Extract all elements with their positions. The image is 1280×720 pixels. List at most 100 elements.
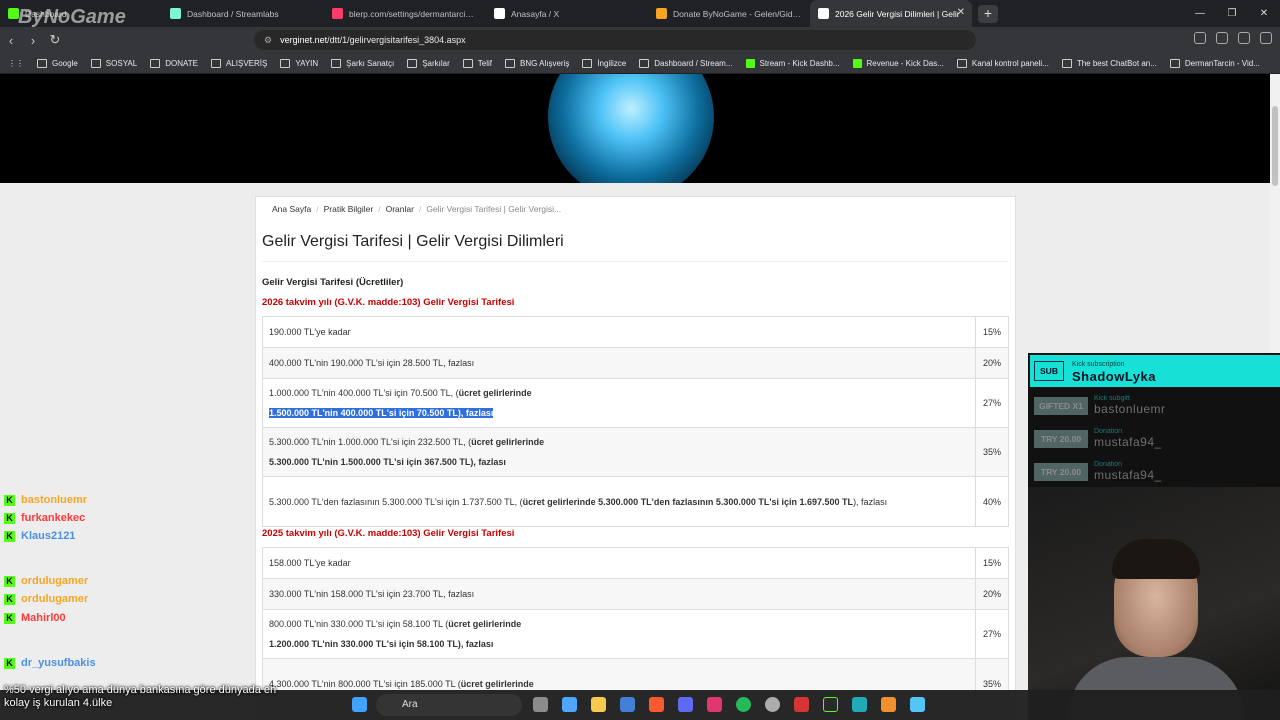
bookmark-item[interactable]: Şarkılar (407, 58, 450, 68)
bookmark-item[interactable]: Telif (462, 58, 492, 68)
tax-table-2025: 158.000 TL'ye kadar 15% 330.000 TL'nin 158… (262, 547, 1009, 709)
mail-icon[interactable] (620, 697, 635, 712)
minimize-icon[interactable]: — (1184, 0, 1216, 27)
site-info-icon[interactable]: ⚙ (264, 35, 272, 46)
bracket-line: 158.000 TL'ye kadar (269, 553, 969, 573)
task-view-icon[interactable] (533, 697, 548, 712)
bookmark-item[interactable]: Stream - Kick Dashb... (745, 58, 840, 68)
alert-name: mustafa94_ (1094, 435, 1162, 449)
bookmark-label: Şarkı Sanatçı (346, 58, 395, 68)
cloud-icon[interactable] (881, 697, 896, 712)
reload-icon[interactable]: ↻ (44, 32, 66, 48)
tax-bracket-cell: 400.000 TL'nin 190.000 TL'si için 28.500… (262, 347, 976, 379)
bracket-bold-text: ücret gelirlerinde (471, 437, 545, 447)
close-tab-icon[interactable]: ✕ (957, 7, 965, 18)
store-icon[interactable] (562, 697, 577, 712)
bookmark-item[interactable]: Google (37, 58, 78, 68)
bracket-bold-text: ücret gelirlerinde (448, 619, 522, 629)
bookmark-label: BNG Alışveriş (519, 58, 570, 68)
wallet-icon[interactable] (1238, 32, 1250, 44)
chat-message: K Mahirl00 (4, 612, 66, 624)
section-subtitle: Gelir Vergisi Tarifesi (Ücretliler) (262, 277, 404, 288)
bookmark-icon (745, 58, 755, 68)
bookmark-icon (462, 58, 473, 68)
apps-icon[interactable]: ⋮⋮ (8, 59, 24, 68)
app-icon[interactable] (852, 697, 867, 712)
bookmark-item[interactable]: DONATE (150, 58, 198, 68)
menu-icon[interactable] (1260, 32, 1272, 44)
back-icon[interactable]: ‹ (0, 33, 22, 48)
site-header-banner (0, 74, 1270, 183)
instagram-icon[interactable] (707, 697, 722, 712)
breadcrumb-pratik[interactable]: Pratik Bilgiler (324, 204, 374, 214)
bracket-line-2: 5.300.000 TL'nin 1.500.000 TL'si için 36… (269, 452, 969, 472)
bracket-text: 1.000.000 TL'nin 400.000 TL'si için 70.5… (269, 388, 459, 398)
bookmark-item[interactable]: Kanal kontrol paneli... (956, 58, 1049, 68)
browser-tab[interactable]: Anasayfa / X (486, 0, 648, 27)
bookmark-item[interactable]: DermanTarcin - Vid... (1169, 58, 1260, 68)
spotify-icon[interactable] (736, 697, 751, 712)
new-tab-button[interactable]: + (978, 4, 998, 23)
bookmark-item[interactable]: ALIŞVERİŞ (210, 58, 267, 68)
table-row: 158.000 TL'ye kadar 15% (262, 547, 1009, 579)
browser-tab[interactable]: Dashboard / Streamlabs (162, 0, 324, 27)
alert-badge: TRY 20.00 (1034, 462, 1088, 481)
tab-label: 2026 Gelir Vergisi Dilimleri | Gelir (835, 8, 960, 19)
extension-icon[interactable] (1194, 32, 1206, 44)
alert-badge: TRY 20.00 (1034, 429, 1088, 448)
taskbar-search[interactable]: Ara (376, 694, 522, 716)
windows-start-icon[interactable] (352, 697, 367, 712)
tax-rate-cell: 20% (975, 347, 1009, 379)
kick-app-icon[interactable] (823, 697, 838, 712)
bookmark-item[interactable]: The best ChatBot an... (1061, 58, 1157, 68)
tax-rate-cell: 20% (975, 578, 1009, 610)
breadcrumb-home[interactable]: Ana Sayfa (272, 204, 311, 214)
bracket-text: 5.300.000 TL'den fazlasının 5.300.000 TL… (269, 496, 523, 507)
kick-badge-icon: K (4, 612, 15, 624)
bookmark-label: DONATE (165, 58, 198, 68)
url-text[interactable]: verginet.net/dtt/1/gelirvergisitarifesi_… (280, 35, 466, 45)
bookmark-item[interactable]: SOSYAL (90, 58, 137, 68)
tab-favicon (656, 8, 667, 19)
close-window-icon[interactable]: ✕ (1248, 0, 1280, 27)
tax-bracket-cell: 1.000.000 TL'nin 400.000 TL'si için 70.5… (262, 378, 976, 428)
bookmark-item[interactable]: YAYIN (280, 58, 318, 68)
tax-rate-cell: 27% (975, 609, 1009, 659)
tax-bracket-cell: 5.300.000 TL'nin 1.000.000 TL'si için 23… (262, 427, 976, 477)
browser-tab[interactable]: Donate ByNoGame - Gelen/Giden B (648, 0, 810, 27)
heading-2025: 2025 takvim yılı (G.V.K. madde:103) Geli… (262, 528, 515, 539)
alert-type: Kick subgift (1094, 395, 1130, 402)
tax-rate-cell: 40% (975, 476, 1009, 527)
bookmark-item[interactable]: BNG Alışveriş (504, 58, 570, 68)
tax-rate-cell: 35% (975, 427, 1009, 477)
x-app-icon[interactable] (794, 697, 809, 712)
obs-icon[interactable] (765, 697, 780, 712)
tts-caption: %50 vergi alıyo ama dünya bankasına göre… (4, 684, 276, 710)
breadcrumb-oranlar[interactable]: Oranlar (386, 204, 414, 214)
file-explorer-icon[interactable] (591, 697, 606, 712)
browser-tab[interactable]: blerp.com/settings/dermantarcin?se (324, 0, 486, 27)
brave-browser-icon[interactable] (649, 697, 664, 712)
forward-icon[interactable]: › (22, 33, 44, 48)
bracket-detail: 5.300.000 TL'nin 1.500.000 TL'si için 36… (269, 457, 506, 467)
bookmark-icon (150, 58, 161, 68)
browser-tab[interactable]: 2026 Gelir Vergisi Dilimleri | Gelir ✕ (810, 0, 972, 27)
bookmark-item[interactable]: İngilizce (582, 58, 626, 68)
bookmark-icon (852, 58, 862, 68)
sidebar-icon[interactable] (1216, 32, 1228, 44)
bracket-text: 5.300.000 TL'nin 1.000.000 TL'si için 23… (269, 437, 472, 447)
notepad-icon[interactable] (910, 697, 925, 712)
tab-favicon (818, 8, 829, 19)
omnibox[interactable]: ⚙ verginet.net/dtt/1/gelirvergisitarifes… (254, 30, 976, 50)
stream-alerts-overlay: SUB Kick subscription ShadowLyka GIFTED … (1028, 353, 1280, 487)
discord-icon[interactable] (678, 697, 693, 712)
bookmark-item[interactable]: Şarkı Sanatçı (331, 58, 395, 68)
tax-table-2026: 190.000 TL'ye kadar 15% 400.000 TL'nin 190… (262, 316, 1009, 527)
bookmark-icon (504, 58, 515, 68)
table-row: 330.000 TL'nin 158.000 TL'si için 23.700… (262, 578, 1009, 610)
bookmark-item[interactable]: Revenue - Kick Das... (852, 58, 944, 68)
bookmark-item[interactable]: Dashboard / Stream... (639, 58, 733, 68)
bookmark-icon (1061, 58, 1072, 68)
maximize-icon[interactable]: ❐ (1216, 0, 1248, 27)
scrollbar-thumb[interactable] (1272, 106, 1278, 186)
